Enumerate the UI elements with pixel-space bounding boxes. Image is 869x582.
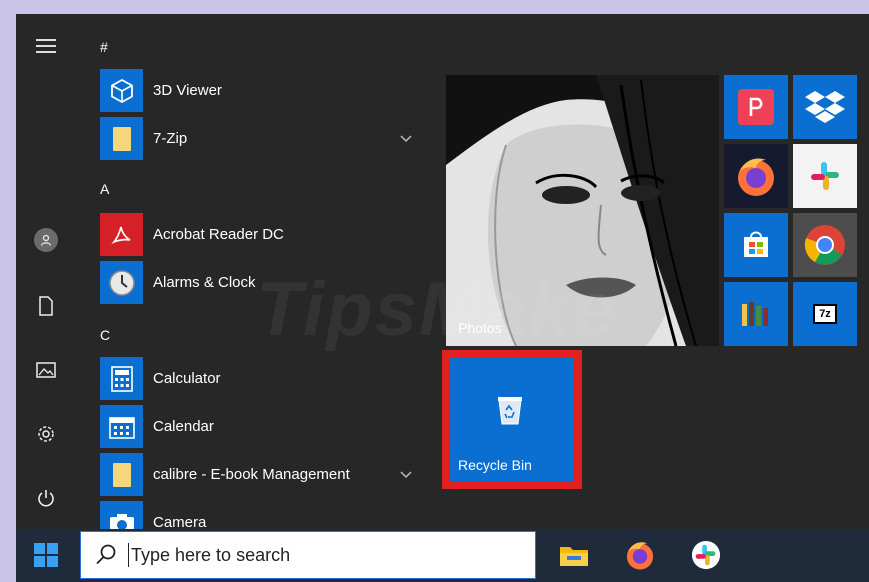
app-item-3d-viewer[interactable]: 3D Viewer <box>100 69 430 113</box>
camera-icon <box>100 501 143 529</box>
recycle-bin-icon <box>496 394 524 431</box>
app-label: Camera <box>153 514 207 529</box>
settings-gear-icon[interactable] <box>30 418 62 450</box>
firefox-icon[interactable] <box>622 537 658 573</box>
recycle-bin-highlight: Recycle Bin <box>442 350 582 489</box>
menu-icon[interactable] <box>30 30 62 62</box>
document-icon[interactable] <box>30 290 62 322</box>
store-tile[interactable] <box>724 213 788 277</box>
app-label: calibre - E-book Management <box>153 466 350 483</box>
app-label: Alarms & Clock <box>153 274 256 291</box>
chrome-tile[interactable] <box>793 213 857 277</box>
7zip-tile[interactable]: 7z <box>793 282 857 346</box>
section-header-a[interactable]: A <box>100 174 140 204</box>
windows-start-icon[interactable] <box>34 543 58 567</box>
chevron-down-icon[interactable] <box>396 117 416 160</box>
power-icon[interactable] <box>30 482 62 514</box>
library-icon <box>742 302 768 326</box>
chevron-down-icon[interactable] <box>396 453 416 496</box>
app-item-camera[interactable]: Camera <box>100 501 430 529</box>
start-rail <box>16 14 76 529</box>
search-box[interactable]: Type here to search <box>80 531 536 579</box>
calculator-icon <box>100 357 143 400</box>
firefox-tile[interactable] <box>724 144 788 208</box>
app-item-calendar[interactable]: Calendar <box>100 405 430 449</box>
taskbar: Type here to search <box>16 529 869 582</box>
pocket-tile[interactable] <box>724 75 788 139</box>
app-label: Calculator <box>153 370 221 387</box>
photos-tile[interactable]: Photos <box>446 75 719 346</box>
app-label: Acrobat Reader DC <box>153 226 284 243</box>
firefox-icon <box>738 158 774 196</box>
app-item-calculator[interactable]: Calculator <box>100 357 430 401</box>
chrome-icon <box>804 225 845 265</box>
search-icon <box>95 543 117 570</box>
calendar-icon <box>100 405 143 448</box>
app-label: 7-Zip <box>153 130 188 147</box>
3d-viewer-cube-icon <box>100 69 143 112</box>
acrobat-icon <box>100 213 143 256</box>
section-header-c[interactable]: C <box>100 320 140 350</box>
photo-portrait-image <box>446 75 719 346</box>
start-menu: # 3D Viewer 7-Zip A Acrobat Reader DC Al… <box>16 14 869 529</box>
7zip-icon: 7z <box>813 304 837 324</box>
recycle-bin-label: Recycle Bin <box>458 457 532 473</box>
search-input[interactable]: Type here to search <box>131 532 290 578</box>
slack-icon <box>811 162 839 190</box>
app-item-alarms-clock[interactable]: Alarms & Clock <box>100 261 430 305</box>
store-icon <box>744 231 768 257</box>
app-item-acrobat[interactable]: Acrobat Reader DC <box>100 213 430 257</box>
clock-icon <box>100 261 143 304</box>
library-tile[interactable] <box>724 282 788 346</box>
recycle-bin-tile[interactable]: Recycle Bin <box>450 358 574 481</box>
slack-icon[interactable] <box>688 537 724 573</box>
dropbox-icon <box>805 91 845 123</box>
folder-icon <box>100 453 143 496</box>
folder-icon <box>100 117 143 160</box>
app-label: 3D Viewer <box>153 82 222 99</box>
app-label: Calendar <box>153 418 214 435</box>
text-cursor <box>128 543 129 567</box>
slack-tile[interactable] <box>793 144 857 208</box>
pocket-icon <box>738 89 774 125</box>
app-item-7zip[interactable]: 7-Zip <box>100 117 430 161</box>
dropbox-tile[interactable] <box>793 75 857 139</box>
user-avatar-icon[interactable] <box>30 224 62 256</box>
app-list: # 3D Viewer 7-Zip A Acrobat Reader DC Al… <box>100 14 430 529</box>
app-item-calibre[interactable]: calibre - E-book Management <box>100 453 430 497</box>
photos-tile-label: Photos <box>458 320 502 336</box>
section-header-hash[interactable]: # <box>100 32 140 62</box>
file-explorer-icon[interactable] <box>556 537 592 573</box>
pictures-icon[interactable] <box>30 354 62 386</box>
